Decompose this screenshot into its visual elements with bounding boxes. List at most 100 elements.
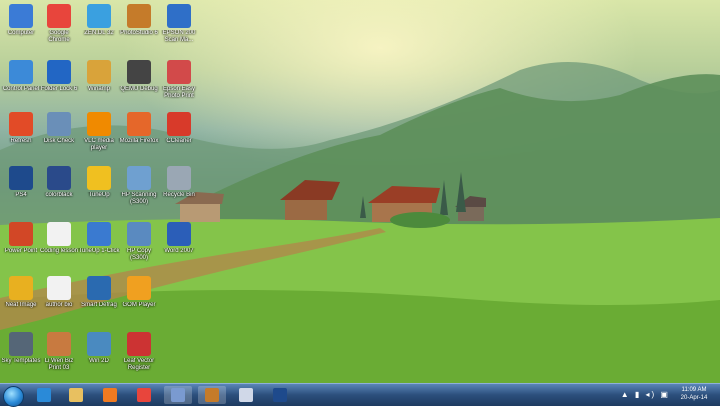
- desktop-icon-label: Leaf Vector Register: [123, 358, 155, 371]
- desktop-icon-label: HP Scanning (S300): [121, 192, 157, 205]
- desktop-icon[interactable]: Smart Defrag: [78, 276, 120, 309]
- desktop-icon[interactable]: HP Copy (S300): [118, 222, 160, 262]
- desktop-icon-label: Mozilla Firefox: [119, 138, 159, 144]
- computer-icon: [9, 4, 33, 28]
- document-icon: [47, 222, 71, 246]
- taskbar: ▲ ▮ ◂) ▣ 11:09 AM 20-Apr-14: [0, 383, 720, 407]
- desktop-icon-label: colorblack: [45, 192, 73, 198]
- desktop-icon[interactable]: Mozilla Firefox: [118, 112, 160, 145]
- photo-print-icon: [167, 60, 191, 84]
- media-player-icon: [103, 388, 117, 402]
- desktop-icon-label: Sky Templates: [1, 358, 41, 364]
- image-icon: [47, 166, 71, 190]
- taskbar-button[interactable]: [198, 386, 226, 404]
- desktop-icon[interactable]: Epson Easy Photo Print: [158, 60, 200, 100]
- desktop-icon-label: Control Panel: [2, 86, 40, 92]
- desktop-icon[interactable]: Google Chrome: [38, 4, 80, 44]
- desktop-icon[interactable]: EPSON 200 Scan Ma...: [158, 4, 200, 44]
- clock-time: 11:09 AM: [681, 387, 707, 393]
- desktop-icon[interactable]: Winamp: [78, 60, 120, 93]
- start-button[interactable]: [3, 386, 24, 407]
- desktop-icon[interactable]: Folder Lock 6: [38, 60, 80, 93]
- photostudio-icon: [205, 388, 219, 402]
- desktop-icon[interactable]: Power Point: [0, 222, 42, 255]
- scanner-icon: [127, 166, 151, 190]
- desktop-icon[interactable]: Disk Check: [38, 112, 80, 145]
- desktop-icon-label: EPSON 200 Scan Ma...: [162, 30, 196, 43]
- desktop-icon[interactable]: Recycle Bin: [158, 166, 200, 199]
- app-icon: [87, 332, 111, 356]
- desktop-icon[interactable]: colorblack: [38, 166, 80, 199]
- desktop-icon-label: Li Wen Biz Print 03: [44, 358, 74, 371]
- desktop-icon-label: Win 2D: [89, 358, 109, 364]
- desktop-icon[interactable]: Neat Image: [0, 276, 42, 309]
- disk-check-icon: [47, 112, 71, 136]
- desktop-icon[interactable]: Sky Templates: [0, 332, 42, 365]
- desktop-icon[interactable]: TuneUp: [78, 166, 120, 199]
- clock-date: 20-Apr-14: [680, 395, 708, 401]
- defrag-icon: [87, 276, 111, 300]
- desktop-icon[interactable]: VLC media player: [78, 112, 120, 152]
- desktop-icon[interactable]: GOM Player: [118, 276, 160, 309]
- taskbar-button[interactable]: [232, 386, 260, 404]
- desktop-icon-label: Coding lesson: [39, 248, 79, 254]
- desktop-icon-label: Computer: [7, 30, 35, 36]
- app-icon: [87, 4, 111, 28]
- winamp-icon: [87, 60, 111, 84]
- desktop-icon[interactable]: Coding lesson: [38, 222, 80, 255]
- desktop-icon-label: HP Copy (S300): [127, 248, 151, 261]
- app-icon: [127, 332, 151, 356]
- desktop-icon-label: Word 2007: [164, 248, 194, 254]
- app-icon: [9, 332, 33, 356]
- debug-icon: [127, 60, 151, 84]
- taskbar-button[interactable]: [130, 386, 158, 404]
- taskbar-button[interactable]: [164, 386, 192, 404]
- internet-explorer-icon: [37, 388, 51, 402]
- desktop-icon[interactable]: Computer: [0, 4, 42, 37]
- windows-icon: [9, 112, 33, 136]
- taskbar-button[interactable]: [96, 386, 124, 404]
- desktop-icon-label: VLC media player: [84, 138, 114, 151]
- system-tray[interactable]: ▲ ▮ ◂) ▣: [621, 390, 670, 399]
- clock[interactable]: 11:09 AM 20-Apr-14: [672, 386, 716, 402]
- gom-player-icon: [127, 276, 151, 300]
- explorer-folder-icon: [69, 388, 83, 402]
- desktop-icon[interactable]: Leaf Vector Register: [118, 332, 160, 372]
- firefox-icon: [127, 112, 151, 136]
- folder-lock-icon: [47, 60, 71, 84]
- epson-scan-icon: [167, 4, 191, 28]
- taskbar-button[interactable]: [266, 386, 294, 404]
- desktop-icon-label: Recycle Bin: [163, 192, 195, 198]
- desktop-icon[interactable]: ZEN.DL 32: [78, 4, 120, 37]
- desktop-icon[interactable]: Word 2007: [158, 222, 200, 255]
- powerpoint-icon: [9, 222, 33, 246]
- desktop-icon[interactable]: QEMU Debug: [118, 60, 160, 93]
- desktop[interactable]: Computer Google Chrome ZEN.DL 32 PhotoStudi…: [0, 0, 720, 383]
- desktop-icon-label: TuneUp 1-Click: [78, 248, 120, 254]
- desktop-icon[interactable]: CCleaner: [158, 112, 200, 145]
- desktop-icon[interactable]: PS4: [0, 166, 42, 199]
- photoshop-icon: [9, 166, 33, 190]
- desktop-icon-label: ZEN.DL 32: [84, 30, 114, 36]
- desktop-icon[interactable]: author bio: [38, 276, 80, 309]
- desktop-icon[interactable]: Li Wen Biz Print 03: [38, 332, 80, 372]
- desktop-icon-label: Smart Defrag: [81, 302, 117, 308]
- desktop-icon[interactable]: Refresh: [0, 112, 42, 145]
- photostudio-icon: [127, 4, 151, 28]
- desktop-icon-label: author bio: [45, 302, 73, 308]
- taskbar-button[interactable]: [62, 386, 90, 404]
- desktop-icon[interactable]: PhotoStudio 6: [118, 4, 160, 37]
- desktop-icon[interactable]: TuneUp 1-Click: [78, 222, 120, 255]
- desktop-icon-label: TuneUp: [88, 192, 110, 198]
- paint-icon: [171, 388, 185, 402]
- taskbar-button[interactable]: [30, 386, 58, 404]
- photoshop-icon: [273, 388, 287, 402]
- desktop-icon-label: Power Point: [4, 248, 38, 254]
- desktop-icon[interactable]: Control Panel: [0, 60, 42, 93]
- desktop-icon-label: Folder Lock 6: [40, 86, 78, 92]
- desktop-icon[interactable]: HP Scanning (S300): [118, 166, 160, 206]
- word-icon: [167, 222, 191, 246]
- document-icon: [47, 276, 71, 300]
- desktop-icon[interactable]: Win 2D: [78, 332, 120, 365]
- copier-icon: [127, 222, 151, 246]
